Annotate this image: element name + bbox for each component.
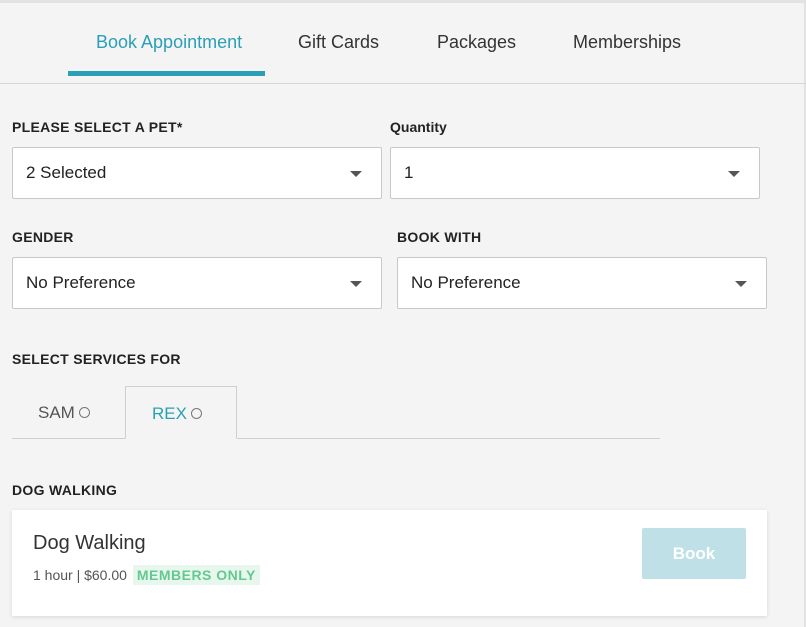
service-category-label: DOG WALKING (12, 482, 118, 498)
gender-select-value: No Preference (26, 273, 136, 292)
pet-tab-sam[interactable]: SAM (12, 386, 125, 439)
book-with-select-value: No Preference (411, 273, 521, 292)
quantity-select-value: 1 (404, 163, 414, 182)
gender-label: GENDER (12, 229, 74, 245)
radio-circle-icon (78, 406, 90, 418)
chevron-down-icon (735, 281, 747, 287)
pet-select[interactable]: 2 Selected (12, 147, 382, 199)
tab-gift-cards[interactable]: Gift Cards (298, 32, 379, 53)
gender-select[interactable]: No Preference (12, 257, 382, 309)
select-services-label: SELECT SERVICES FOR (12, 351, 181, 367)
pet-tab-label: REX (152, 404, 187, 423)
active-tab-indicator (68, 71, 265, 76)
book-button[interactable]: Book (642, 528, 746, 579)
radio-circle-icon (190, 407, 202, 419)
chevron-down-icon (350, 171, 362, 177)
quantity-select[interactable]: 1 (390, 147, 760, 199)
service-meta: 1 hour | $60.00 MEMBERS ONLY (33, 565, 260, 585)
pet-tab-label: SAM (38, 403, 75, 422)
service-duration-price: 1 hour | $60.00 (33, 567, 127, 583)
service-card: Dog Walking 1 hour | $60.00 MEMBERS ONLY… (12, 510, 767, 616)
tab-book-appointment[interactable]: Book Appointment (96, 32, 242, 53)
top-tab-bar: Book Appointment Gift Cards Packages Mem… (0, 3, 806, 84)
pet-select-value: 2 Selected (26, 163, 107, 182)
book-with-label: BOOK WITH (397, 229, 482, 245)
members-only-badge: MEMBERS ONLY (132, 565, 260, 585)
book-with-select[interactable]: No Preference (397, 257, 767, 309)
quantity-label: Quantity (390, 119, 447, 135)
service-name: Dog Walking (33, 532, 146, 554)
tab-packages[interactable]: Packages (437, 32, 516, 53)
tab-memberships[interactable]: Memberships (573, 32, 681, 53)
pet-tab-rex[interactable]: REX (125, 386, 237, 439)
chevron-down-icon (350, 281, 362, 287)
pet-select-label: PLEASE SELECT A PET* (12, 119, 183, 135)
chevron-down-icon (728, 171, 740, 177)
